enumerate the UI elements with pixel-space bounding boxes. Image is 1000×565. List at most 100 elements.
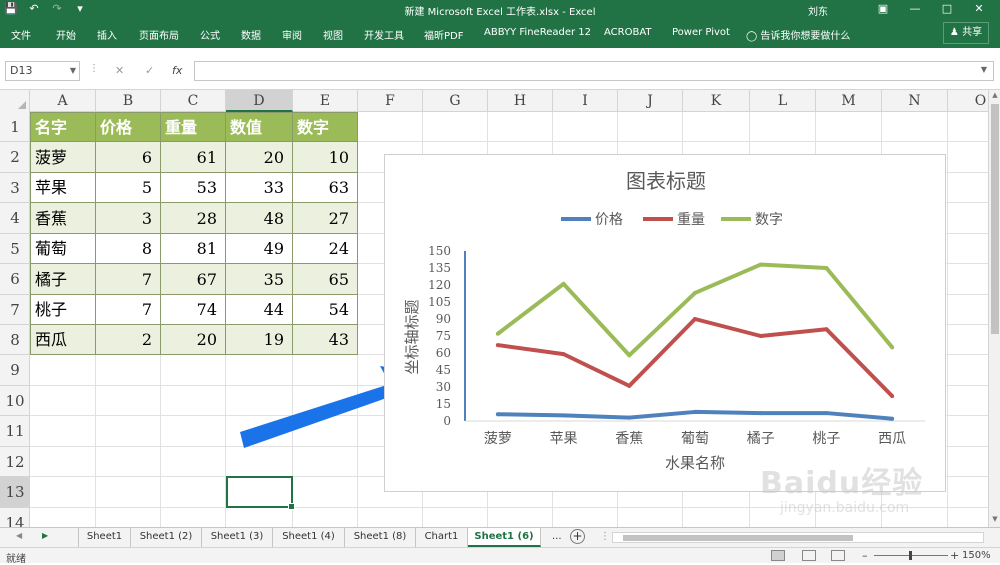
tab-data[interactable]: 数据 xyxy=(241,27,261,42)
row-header-6[interactable]: 6 xyxy=(0,264,30,295)
series-point[interactable] xyxy=(561,281,566,286)
table-cell[interactable]: 葡萄 xyxy=(30,234,96,264)
table-cell[interactable]: 28 xyxy=(161,203,226,234)
sheet-tab[interactable]: Sheet1 xyxy=(78,528,131,547)
table-cell[interactable]: 61 xyxy=(161,142,226,173)
series-point[interactable] xyxy=(824,266,829,270)
table-cell[interactable]: 香蕉 xyxy=(30,203,96,234)
chart-title[interactable]: 图表标题 xyxy=(626,169,706,193)
name-box[interactable]: D13 ▼ xyxy=(5,61,80,81)
series-point[interactable] xyxy=(890,416,895,421)
tab-splitter-icon[interactable]: ⋮ xyxy=(600,531,610,542)
table-cell[interactable]: 65 xyxy=(293,264,358,295)
series-point[interactable] xyxy=(758,411,763,416)
prev-sheet-icon[interactable]: ◀ xyxy=(16,531,22,540)
series-point[interactable] xyxy=(495,343,500,348)
formula-input[interactable]: ▼ xyxy=(194,61,994,81)
y-axis-title[interactable]: 坐标轴标题 xyxy=(403,299,421,374)
user-name[interactable]: 刘东 xyxy=(808,3,828,18)
table-cell[interactable]: 67 xyxy=(161,264,226,295)
tab-page-layout[interactable]: 页面布局 xyxy=(139,27,179,42)
table-cell[interactable]: 53 xyxy=(161,173,226,203)
table-cell[interactable]: 20 xyxy=(161,325,226,355)
sheet-tab-active[interactable]: Sheet1 (6) xyxy=(468,528,541,547)
table-cell[interactable]: 54 xyxy=(293,295,358,325)
page-layout-view-icon[interactable] xyxy=(802,550,816,561)
table-header-value[interactable]: 数值 xyxy=(226,112,293,142)
tab-home[interactable]: 开始 xyxy=(56,27,76,42)
row-header-13[interactable]: 13 xyxy=(0,477,30,508)
horizontal-scrollbar[interactable] xyxy=(612,532,984,543)
column-header-j[interactable]: J xyxy=(618,90,683,112)
series-line-1[interactable] xyxy=(497,317,894,398)
series-point[interactable] xyxy=(758,262,763,267)
series-point[interactable] xyxy=(693,409,697,414)
table-cell[interactable]: 菠萝 xyxy=(30,142,96,173)
close-icon[interactable]: ✕ xyxy=(964,0,994,18)
series-point[interactable] xyxy=(495,412,500,417)
table-cell[interactable]: 33 xyxy=(226,173,293,203)
series-point[interactable] xyxy=(824,327,829,332)
share-button[interactable]: ♟ 共享 xyxy=(943,22,989,44)
sheet-tab[interactable]: Sheet1 (2) xyxy=(131,528,202,547)
table-cell[interactable]: 49 xyxy=(226,234,293,264)
table-header-name[interactable]: 名字 xyxy=(30,112,96,142)
row-header-9[interactable]: 9 xyxy=(0,355,30,386)
normal-view-icon[interactable] xyxy=(771,550,785,561)
enter-icon[interactable]: ✓ xyxy=(145,64,154,77)
tab-file[interactable]: 文件 xyxy=(11,27,31,42)
table-cell[interactable]: 27 xyxy=(293,203,358,234)
horizontal-scroll-thumb[interactable] xyxy=(623,535,853,541)
cancel-icon[interactable]: ✕ xyxy=(115,64,124,77)
series-point[interactable] xyxy=(693,290,697,295)
table-cell[interactable]: 桃子 xyxy=(30,295,96,325)
table-cell[interactable]: 西瓜 xyxy=(30,325,96,355)
series-point[interactable] xyxy=(758,334,763,338)
active-cell-d13[interactable] xyxy=(226,476,295,510)
maximize-icon[interactable]: □ xyxy=(932,0,962,18)
insert-function-icon[interactable]: fx xyxy=(172,64,182,77)
scroll-down-icon[interactable]: ▼ xyxy=(989,515,1000,523)
column-header-b[interactable]: B xyxy=(96,90,161,112)
table-header-number[interactable]: 数字 xyxy=(293,112,358,142)
column-header-n[interactable]: N xyxy=(882,90,948,112)
column-header-c[interactable]: C xyxy=(161,90,226,112)
table-cell[interactable]: 43 xyxy=(293,325,358,355)
sheet-tab[interactable]: Sheet1 (3) xyxy=(202,528,273,547)
sheet-tab-chart[interactable]: Chart1 xyxy=(416,528,468,547)
vertical-scroll-thumb[interactable] xyxy=(991,104,999,334)
row-header-10[interactable]: 10 xyxy=(0,386,30,416)
minimize-icon[interactable]: — xyxy=(900,0,930,18)
line-chart[interactable]: 图表标题 价格 重量 数字 0 15 30 45 60 75 90 105 120 135 150 菠萝… xyxy=(384,154,946,492)
vertical-scrollbar[interactable]: ▲ ▼ xyxy=(988,90,1000,527)
table-cell[interactable]: 橘子 xyxy=(30,264,96,295)
row-header-1[interactable]: 1 xyxy=(0,112,30,142)
page-break-view-icon[interactable] xyxy=(831,550,845,561)
table-cell[interactable]: 35 xyxy=(226,264,293,295)
zoom-in-icon[interactable]: + xyxy=(950,549,959,562)
table-cell[interactable]: 3 xyxy=(96,203,161,234)
zoom-out-icon[interactable]: – xyxy=(862,549,868,562)
table-cell[interactable]: 19 xyxy=(226,325,293,355)
series-point[interactable] xyxy=(824,411,829,416)
column-header-i[interactable]: I xyxy=(553,90,618,112)
chart-legend[interactable]: 价格 重量 数字 xyxy=(561,212,783,228)
table-cell[interactable]: 7 xyxy=(96,295,161,325)
table-cell[interactable]: 44 xyxy=(226,295,293,325)
tab-view[interactable]: 视图 xyxy=(323,27,343,42)
column-header-m[interactable]: M xyxy=(816,90,882,112)
tab-abbyy[interactable]: ABBYY FineReader 12 xyxy=(484,27,591,38)
series-point[interactable] xyxy=(495,331,500,336)
table-cell[interactable]: 6 xyxy=(96,142,161,173)
table-cell[interactable]: 74 xyxy=(161,295,226,325)
series-line-2[interactable] xyxy=(496,262,894,358)
more-sheets-button[interactable]: ... xyxy=(552,531,562,542)
series-point[interactable] xyxy=(627,383,632,388)
column-header-h[interactable]: H xyxy=(488,90,553,112)
tab-developer[interactable]: 开发工具 xyxy=(364,27,404,42)
select-all-button[interactable] xyxy=(0,90,30,112)
row-header-2[interactable]: 2 xyxy=(0,142,30,173)
table-cell[interactable]: 5 xyxy=(96,173,161,203)
row-header-3[interactable]: 3 xyxy=(0,173,30,203)
add-sheet-icon[interactable]: + xyxy=(570,529,585,544)
